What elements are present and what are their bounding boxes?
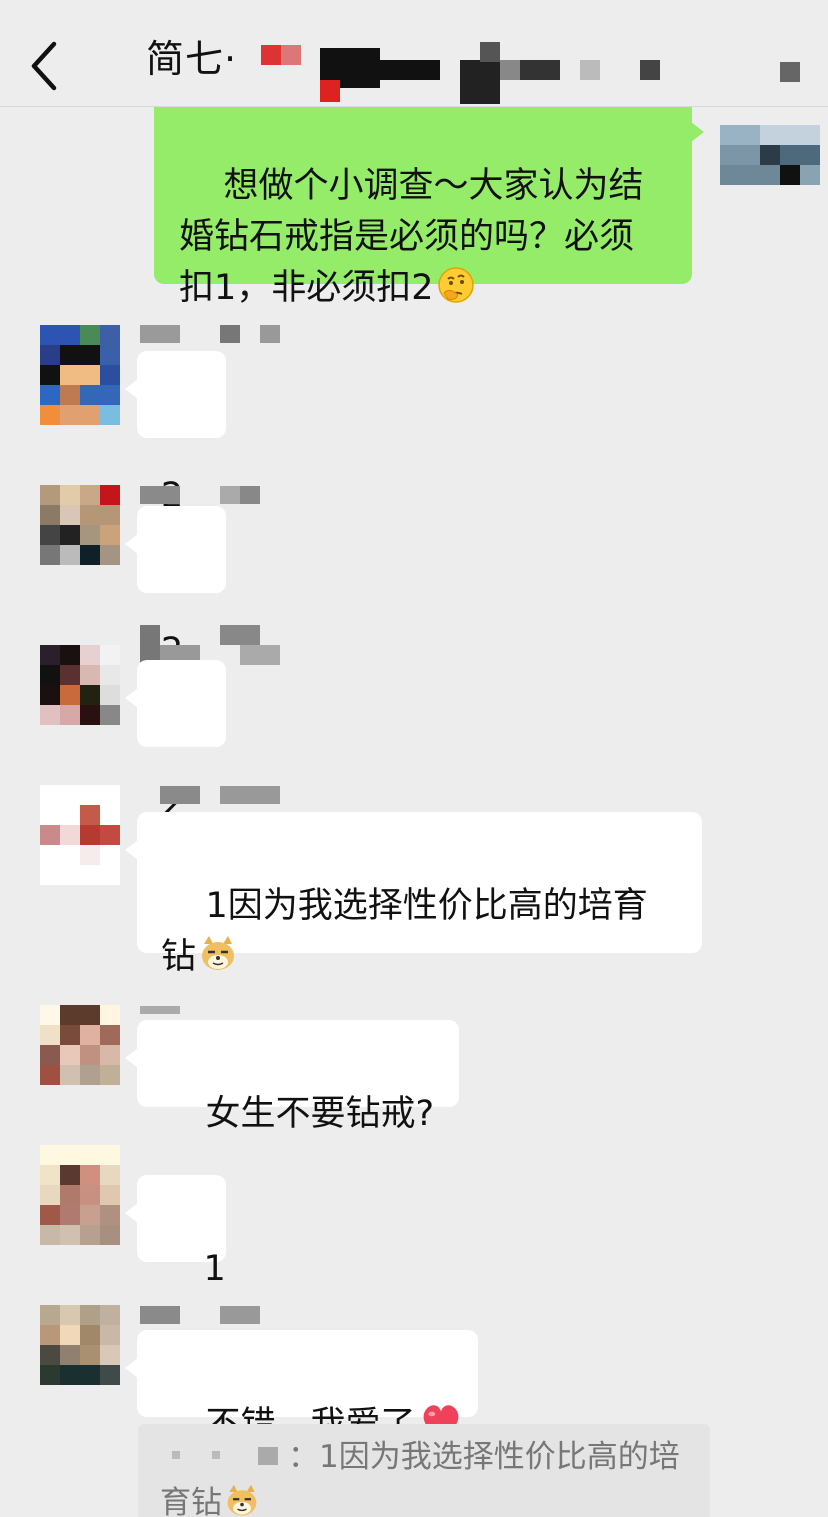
sender-name [140, 1006, 180, 1016]
message-text: 想做个小调查～大家认为结婚钻石戒指是必须的吗？必须扣1，非必须扣2 [179, 166, 644, 308]
message-bubble[interactable]: 不错，我爱了 [125, 1330, 478, 1445]
message-bubble[interactable]: 1因为我选择性价比高的培育钻 [125, 812, 702, 977]
avatar[interactable] [40, 1005, 120, 1085]
message-bubble[interactable]: 2 [125, 660, 226, 825]
chat-header: 简七· [0, 0, 828, 107]
avatar[interactable] [40, 1305, 120, 1385]
chevron-left-icon[interactable] [24, 36, 68, 96]
doge-emoji [202, 936, 235, 970]
avatar[interactable] [40, 485, 120, 565]
doge-emoji [227, 1484, 257, 1516]
sender-name [140, 625, 280, 665]
avatar[interactable] [40, 785, 120, 885]
chat-screen: 简七· 想做个小调查～大家认为结婚钻石戒指是必须的吗？必须扣1，非必须扣2 2 … [0, 0, 828, 1517]
message-text: 女生不要钻戒? [205, 1094, 435, 1134]
message-bubble[interactable]: 2 [125, 506, 226, 671]
thinking-face-emoji [437, 267, 474, 303]
avatar[interactable] [40, 645, 120, 725]
sender-name [140, 325, 280, 345]
quoted-reply[interactable]: ：1因为我选择性价比高的培育钻 [138, 1424, 710, 1517]
chat-title: 简七· [146, 37, 238, 81]
sender-name [140, 1306, 260, 1326]
self-avatar[interactable] [720, 125, 820, 185]
message-text: 1 [203, 1249, 226, 1289]
avatar[interactable] [40, 325, 120, 425]
message-bubble[interactable]: 女生不要钻戒? [125, 1020, 459, 1134]
avatar[interactable] [40, 1145, 120, 1245]
message-bubble-self[interactable]: 想做个小调查～大家认为结婚钻石戒指是必须的吗？必须扣1，非必须扣2 [154, 96, 704, 308]
title-pixelation [258, 40, 808, 106]
quote-separator: ： [288, 1439, 319, 1475]
sender-name [160, 786, 280, 806]
sender-name [140, 486, 260, 506]
message-bubble[interactable]: 1 [125, 1175, 226, 1289]
quoted-sender-name [160, 1441, 288, 1471]
message-bubble[interactable]: 2 [125, 351, 226, 516]
